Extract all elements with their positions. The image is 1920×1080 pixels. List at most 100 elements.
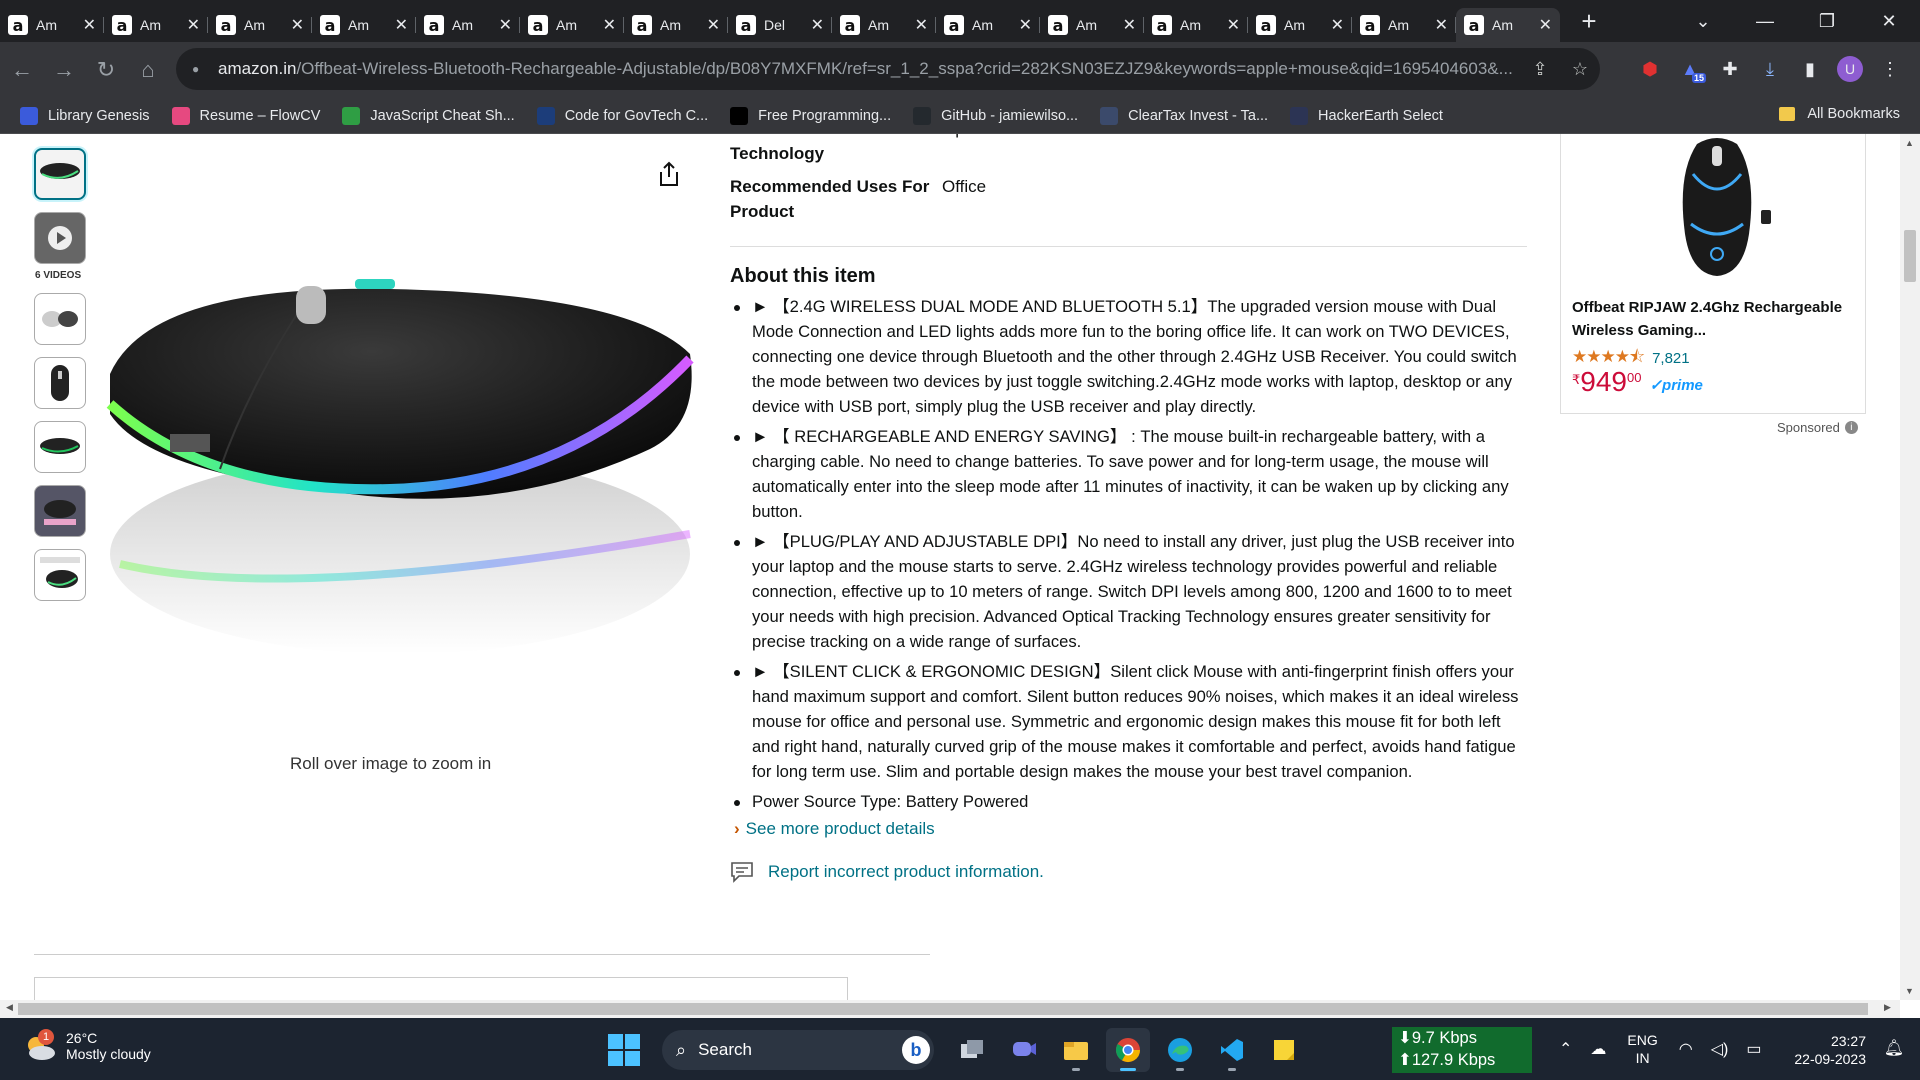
sponsored-product-card[interactable]: Offbeat RIPJAW 2.4Ghz Rechargeable Wirel…: [1560, 134, 1866, 414]
close-tab-icon[interactable]: ✕: [915, 15, 928, 35]
see-more-link[interactable]: › See more product details: [734, 819, 1527, 839]
close-tab-icon[interactable]: ✕: [83, 15, 96, 35]
browser-tab[interactable]: a Am ✕: [832, 8, 936, 42]
battery-icon[interactable]: ▭: [1746, 1039, 1761, 1059]
scroll-up-icon[interactable]: ▲: [1905, 138, 1914, 148]
bing-icon[interactable]: b: [902, 1036, 930, 1064]
close-tab-icon[interactable]: ✕: [811, 15, 824, 35]
browser-tab[interactable]: a Am ✕: [104, 8, 208, 42]
browser-tab[interactable]: a Am ✕: [1040, 8, 1144, 42]
notification-icon[interactable]: 🔔︎: [1884, 1038, 1904, 1058]
thumbnail-4[interactable]: [34, 357, 86, 409]
close-tab-icon[interactable]: ✕: [1331, 15, 1344, 35]
volume-icon[interactable]: ◁): [1711, 1039, 1729, 1059]
bookmark-item[interactable]: Library Genesis: [20, 106, 150, 125]
new-tab-button[interactable]: +: [1574, 6, 1604, 37]
browser-tab[interactable]: a Del ✕: [728, 8, 832, 42]
thumbnail-5[interactable]: [34, 421, 86, 473]
sticky-notes-icon[interactable]: [1262, 1028, 1306, 1072]
close-tab-icon[interactable]: ✕: [187, 15, 200, 35]
browser-tab[interactable]: a Am ✕: [520, 8, 624, 42]
wifi-icon[interactable]: ◠: [1679, 1039, 1693, 1059]
edge-icon[interactable]: [1158, 1028, 1202, 1072]
sponsored-label[interactable]: Sponsored i: [1777, 420, 1858, 435]
browser-tab[interactable]: a Am ✕: [1144, 8, 1248, 42]
forward-icon[interactable]: →: [44, 57, 84, 83]
site-info-icon[interactable]: ●: [192, 62, 206, 76]
vertical-scrollbar[interactable]: ▲ ▼: [1900, 134, 1920, 1000]
horizontal-scrollbar[interactable]: ◀ ▶: [0, 1000, 1900, 1018]
address-bar[interactable]: ● amazon.in/Offbeat-Wireless-Bluetooth-R…: [176, 48, 1600, 90]
browser-tab[interactable]: a Am ✕: [0, 8, 104, 42]
share-page-icon[interactable]: ⇪: [1520, 59, 1560, 80]
task-view-icon[interactable]: [950, 1028, 994, 1072]
close-tab-icon[interactable]: ✕: [1435, 15, 1448, 35]
horizontal-scroll-thumb[interactable]: [18, 1003, 1868, 1015]
chevron-up-icon[interactable]: ⌃: [1559, 1039, 1572, 1059]
home-icon[interactable]: ⌂: [128, 57, 168, 83]
browser-tab[interactable]: a Am ✕: [1248, 8, 1352, 42]
adblock-extension-icon[interactable]: ⬢: [1630, 59, 1670, 80]
close-tab-icon[interactable]: ✕: [291, 15, 304, 35]
bookmark-star-icon[interactable]: ☆: [1560, 59, 1600, 80]
browser-tab[interactable]: a Am ✕: [936, 8, 1040, 42]
chrome-taskbar-icon[interactable]: [1106, 1028, 1150, 1072]
sponsored-product-image[interactable]: [1657, 134, 1777, 284]
tab-search-icon[interactable]: ⌄: [1672, 11, 1734, 32]
vscode-icon[interactable]: [1210, 1028, 1254, 1072]
sponsored-product-title[interactable]: Offbeat RIPJAW 2.4Ghz Rechargeable Wirel…: [1572, 296, 1862, 342]
back-icon[interactable]: ←: [2, 57, 42, 83]
report-link[interactable]: Report incorrect product information.: [730, 861, 1527, 883]
side-panel-icon[interactable]: ▮: [1790, 59, 1830, 80]
all-bookmarks-button[interactable]: All Bookmarks: [1779, 106, 1900, 122]
thumbnail-6[interactable]: [34, 485, 86, 537]
close-window-button[interactable]: ✕: [1858, 11, 1920, 32]
browser-tab[interactable]: a Am ✕: [208, 8, 312, 42]
vertical-scroll-thumb[interactable]: [1904, 230, 1916, 282]
close-tab-icon[interactable]: ✕: [1019, 15, 1032, 35]
weather-widget[interactable]: 1 26°C Mostly cloudy: [22, 1029, 151, 1063]
bookmark-item[interactable]: Resume – FlowCV: [171, 106, 320, 125]
close-tab-icon[interactable]: ✕: [499, 15, 512, 35]
scroll-left-icon[interactable]: ◀: [6, 1002, 13, 1013]
extension-badge-icon[interactable]: ▲ 15: [1670, 59, 1710, 83]
close-tab-icon[interactable]: ✕: [707, 15, 720, 35]
product-main-image[interactable]: [90, 264, 700, 684]
thumbnail-video[interactable]: [34, 212, 86, 264]
bookmark-item[interactable]: JavaScript Cheat Sh...: [342, 106, 515, 125]
close-tab-icon[interactable]: ✕: [1539, 15, 1552, 35]
file-explorer-icon[interactable]: [1054, 1028, 1098, 1072]
reload-icon[interactable]: ↻: [86, 57, 126, 83]
info-icon[interactable]: i: [1844, 421, 1858, 434]
close-tab-icon[interactable]: ✕: [1123, 15, 1136, 35]
extensions-puzzle-icon[interactable]: ✚: [1710, 59, 1750, 80]
scroll-down-icon[interactable]: ▼: [1905, 986, 1914, 996]
chrome-menu-icon[interactable]: ⋮: [1870, 59, 1910, 80]
browser-tab[interactable]: a Am ✕: [624, 8, 728, 42]
scroll-right-icon[interactable]: ▶: [1884, 1002, 1891, 1013]
bookmark-item[interactable]: Free Programming...: [730, 106, 891, 125]
bookmark-item[interactable]: Code for GovTech C...: [536, 106, 708, 125]
thumbnail-3[interactable]: [34, 293, 86, 345]
thumbnail-7[interactable]: [34, 549, 86, 601]
downloads-icon[interactable]: ⤓: [1750, 59, 1790, 80]
close-tab-icon[interactable]: ✕: [603, 15, 616, 35]
input-language[interactable]: ENG IN: [1627, 1031, 1657, 1067]
thumbnail-1[interactable]: [34, 148, 86, 200]
profile-avatar[interactable]: U: [1837, 56, 1863, 82]
meet-chat-icon[interactable]: [1002, 1028, 1046, 1072]
taskbar-search[interactable]: ⌕ Search b: [662, 1030, 934, 1070]
browser-tab[interactable]: a Am ✕: [416, 8, 520, 42]
browser-tab[interactable]: a Am ✕: [312, 8, 416, 42]
minimize-button[interactable]: —: [1734, 11, 1796, 32]
bookmark-item[interactable]: GitHub - jamiewilso...: [913, 106, 1078, 125]
start-button[interactable]: [608, 1034, 640, 1066]
clock[interactable]: 23:27 22-09-2023: [1794, 1032, 1866, 1068]
close-tab-icon[interactable]: ✕: [1227, 15, 1240, 35]
browser-tab[interactable]: a Am ✕: [1456, 8, 1560, 42]
close-tab-icon[interactable]: ✕: [395, 15, 408, 35]
bookmark-item[interactable]: HackerEarth Select: [1290, 106, 1443, 125]
restore-button[interactable]: ❐: [1796, 11, 1858, 32]
url-text[interactable]: amazon.in/Offbeat-Wireless-Bluetooth-Rec…: [218, 59, 1520, 79]
browser-tab[interactable]: a Am ✕: [1352, 8, 1456, 42]
